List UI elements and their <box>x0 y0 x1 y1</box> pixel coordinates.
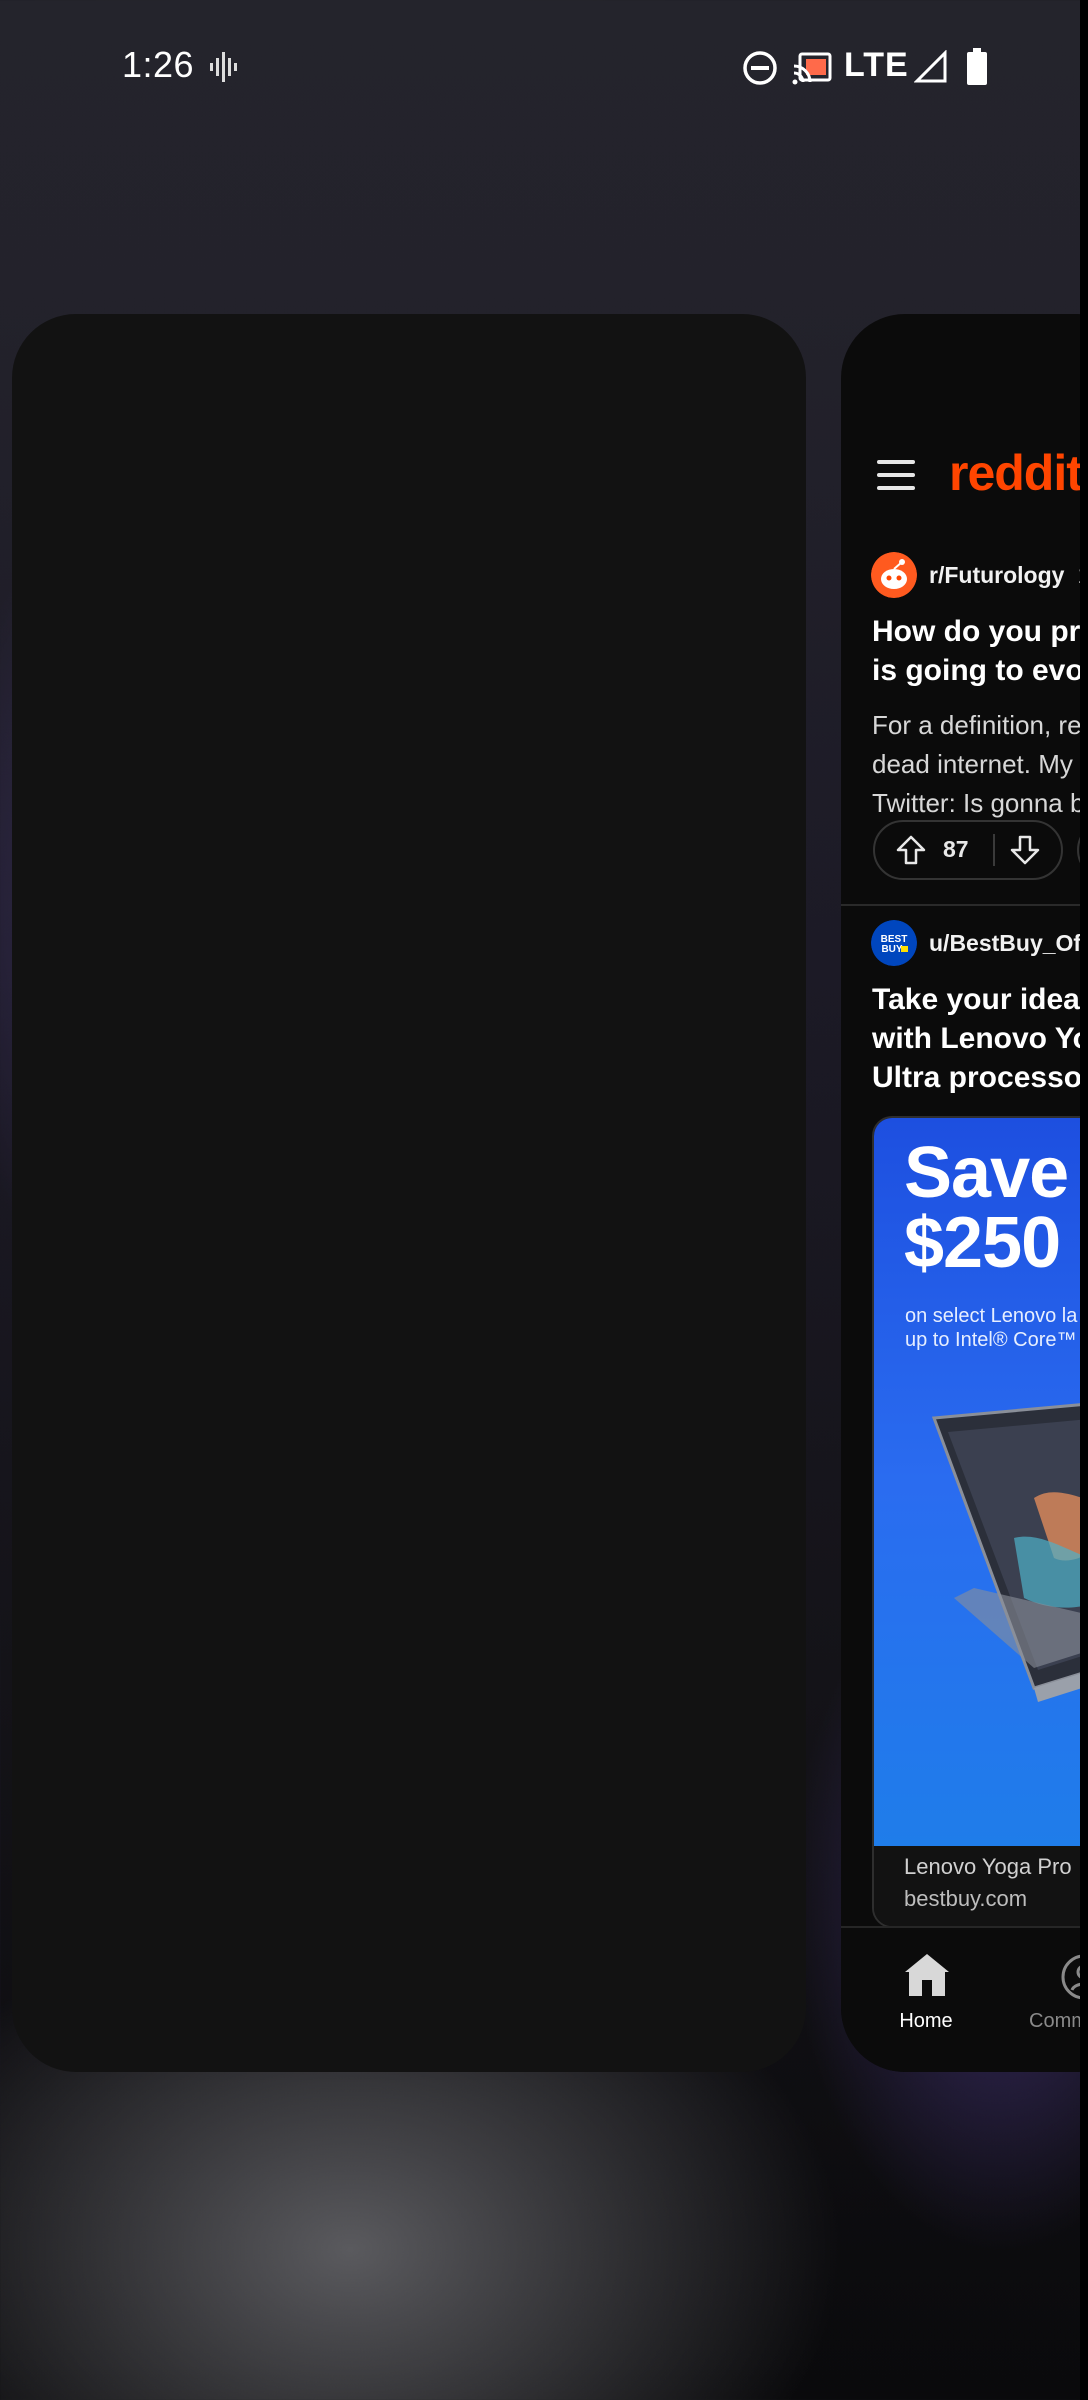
post-body-line-2: dead internet. My <box>872 749 1073 779</box>
network-type: LTE <box>844 46 909 84</box>
subreddit-avatar <box>871 552 917 598</box>
vote-bar: 87 <box>873 820 1063 880</box>
hamburger-icon[interactable] <box>877 460 915 490</box>
ad-product-name: Lenovo Yoga Pro <box>904 1854 1072 1879</box>
screen-edge <box>1080 0 1088 2400</box>
ad-title-line-2: with Lenovo Yo <box>872 1022 1088 1055</box>
status-bar: 1:26 LTE <box>0 0 1088 130</box>
post-body-line-3: Twitter: Is gonna b <box>872 788 1085 818</box>
home-icon <box>905 1954 949 1996</box>
bestbuy-avatar: BEST BUY <box>871 920 917 966</box>
recent-app-card-reddit[interactable]: reddit r/Futurology 1 How do you pre is … <box>841 314 1088 2072</box>
battery-icon <box>967 48 987 85</box>
post-title-line-2: is going to evol <box>872 654 1088 687</box>
nav-home[interactable]: Home <box>881 1942 971 2052</box>
nav-home-label: Home <box>899 2010 953 2032</box>
subreddit-name[interactable]: r/Futurology 1 <box>929 562 1088 589</box>
upvote-icon[interactable] <box>895 834 927 866</box>
ad-headline-2: $250 <box>904 1203 1061 1283</box>
downvote-icon[interactable] <box>1009 834 1041 866</box>
post-body-line-1: For a definition, re <box>872 710 1082 740</box>
bottom-nav: Home Comm <box>841 1926 1088 2072</box>
ad-title-line-1: Take your ideas <box>872 983 1088 1016</box>
post-title-line-1: How do you pre <box>872 615 1088 648</box>
clock: 1:26 <box>122 44 195 85</box>
vote-count: 87 <box>943 836 969 862</box>
signal-icon <box>914 50 947 83</box>
feed-post[interactable]: r/Futurology 1 How do you pre is going t… <box>841 524 1088 906</box>
ad-headline-1: Save <box>904 1133 1069 1213</box>
ad-image: Save $250 on select Lenovo la up to Inte… <box>874 1118 1088 1846</box>
nav-communities[interactable]: Comm <box>1011 1942 1088 2052</box>
ad-creative[interactable]: Save $250 on select Lenovo la up to Inte… <box>872 1116 1088 1928</box>
author-name[interactable]: u/BestBuy_Offi <box>929 930 1088 957</box>
ad-caption[interactable]: Lenovo Yoga Pro bestbuy.com <box>874 1846 1088 1926</box>
reddit-logo: reddit <box>949 445 1083 501</box>
do-not-disturb-icon <box>743 51 777 85</box>
laptop-image <box>931 1402 1088 1702</box>
ad-fine-print-1: on select Lenovo la <box>905 1305 1078 1327</box>
subreddit-label[interactable]: r/Futurology <box>929 562 1064 588</box>
ad-title-line-3: Ultra processor <box>872 1061 1088 1094</box>
ad-domain: bestbuy.com <box>904 1886 1028 1911</box>
vote-divider <box>993 834 995 866</box>
ad-fine-print-2: up to Intel® Core™ U <box>905 1329 1088 1351</box>
promoted-post[interactable]: BEST BUY u/BestBuy_Offi Take your ideas … <box>841 906 1088 1928</box>
reddit-header: reddit <box>841 424 1088 524</box>
sound-wave-icon <box>210 52 237 82</box>
svg-text:BUY: BUY <box>881 944 902 955</box>
cast-icon <box>792 52 832 85</box>
recent-app-card-blank[interactable] <box>12 314 806 2072</box>
